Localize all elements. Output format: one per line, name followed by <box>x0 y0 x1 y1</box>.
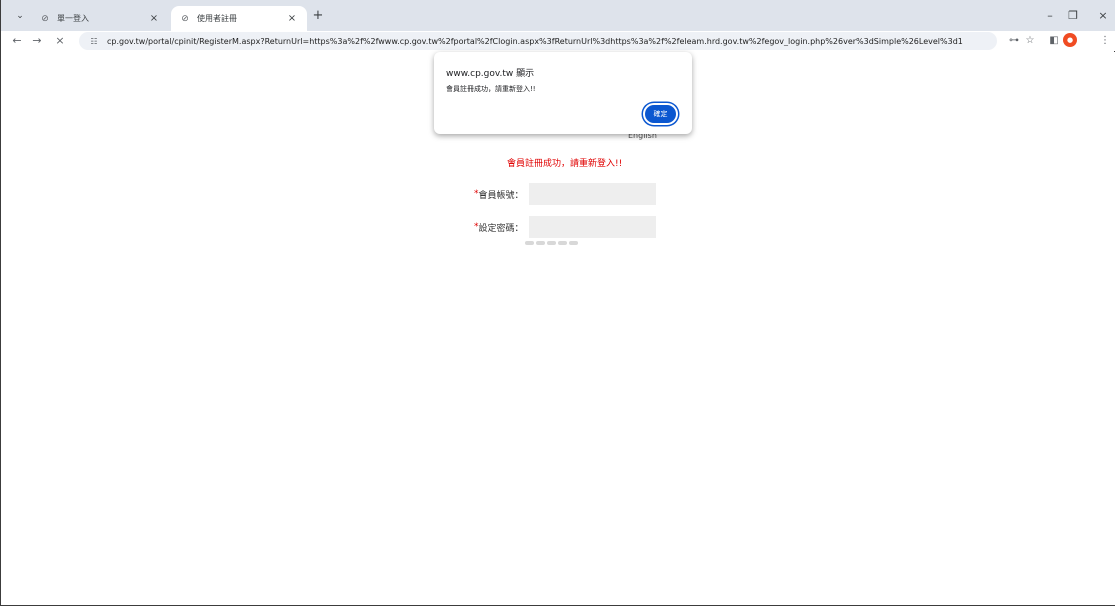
strength-segment <box>536 241 545 245</box>
page-content: English 會員註冊成功，請重新登入!! * 會員帳號： * 設定密碼： <box>2 52 1115 605</box>
tab-user-registration[interactable]: ⊘ 使用者註冊 × <box>171 6 307 31</box>
alert-dialog: www.cp.gov.tw 顯示 會員註冊成功，請重新登入!! 確定 <box>434 52 692 134</box>
browser-toolbar: ← → × ☷ cp.gov.tw/portal/cpinit/Register… <box>1 31 1115 51</box>
close-icon[interactable]: × <box>147 12 161 26</box>
close-window-icon[interactable]: × <box>1095 8 1111 24</box>
site-info-icon[interactable]: ☷ <box>87 37 101 46</box>
password-key-icon[interactable]: ⊶ <box>1006 33 1022 49</box>
tab-strip: ⌄ ⊘ 單一登入 × ⊘ 使用者註冊 × + – ❐ × <box>1 0 1115 31</box>
globe-icon: ⊘ <box>181 13 189 24</box>
restore-icon[interactable]: ❐ <box>1065 8 1081 24</box>
close-icon[interactable]: × <box>285 12 299 26</box>
forward-icon[interactable]: → <box>29 33 45 49</box>
success-message: 會員註冊成功，請重新登入!! <box>507 159 623 169</box>
strength-segment <box>547 241 556 245</box>
password-strength-meter <box>525 241 578 245</box>
browser-window: ⌄ ⊘ 單一登入 × ⊘ 使用者註冊 × + – ❐ × ← → × ☷ cp.… <box>0 0 1115 606</box>
tab-title: 使用者註冊 <box>197 14 237 23</box>
account-label: 會員帳號： <box>478 190 524 201</box>
account-input[interactable] <box>528 183 656 205</box>
ok-button[interactable]: 確定 <box>643 103 678 125</box>
tab-title: 單一登入 <box>57 14 89 23</box>
password-input[interactable] <box>528 216 656 238</box>
password-row: * 設定密碼： <box>474 216 656 238</box>
tab-single-login[interactable]: ⊘ 單一登入 × <box>31 6 169 31</box>
stop-icon[interactable]: × <box>52 33 68 49</box>
new-tab-icon[interactable]: + <box>311 9 325 23</box>
globe-icon: ⊘ <box>41 13 49 24</box>
side-panel-icon[interactable]: ◧ <box>1046 33 1062 49</box>
address-bar[interactable]: ☷ cp.gov.tw/portal/cpinit/RegisterM.aspx… <box>79 32 997 50</box>
url-text: cp.gov.tw/portal/cpinit/RegisterM.aspx?R… <box>107 36 963 46</box>
strength-segment <box>525 241 534 245</box>
profile-avatar[interactable]: ● <box>1063 33 1077 47</box>
menu-icon[interactable]: ⋮ <box>1097 33 1113 49</box>
password-label: 設定密碼： <box>478 223 524 234</box>
strength-segment <box>569 241 578 245</box>
back-icon[interactable]: ← <box>9 33 25 49</box>
minimize-icon[interactable]: – <box>1042 8 1058 24</box>
dialog-message: 會員註冊成功，請重新登入!! <box>446 85 536 93</box>
strength-segment <box>558 241 567 245</box>
dialog-origin: www.cp.gov.tw 顯示 <box>446 69 535 79</box>
bookmark-star-icon[interactable]: ☆ <box>1022 33 1038 49</box>
account-row: * 會員帳號： <box>474 183 656 205</box>
tab-search-icon[interactable]: ⌄ <box>13 9 27 23</box>
